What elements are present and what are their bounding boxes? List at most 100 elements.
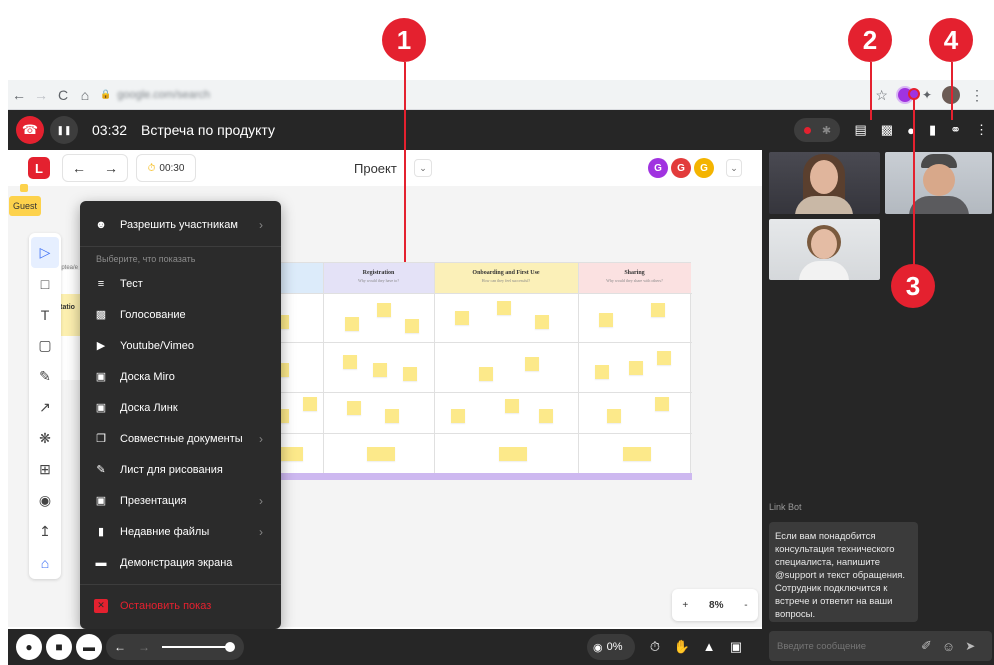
sticky-note[interactable] <box>343 355 357 369</box>
menu-item-drawing-sheet[interactable]: ✎ Лист для рисования <box>80 454 281 485</box>
sticky-note[interactable] <box>655 397 669 411</box>
document-icon[interactable]: ▮ <box>929 122 936 138</box>
link-icon[interactable]: ⚭ <box>950 122 961 138</box>
menu-item-poll[interactable]: ▩ Голосование <box>80 299 281 330</box>
shape-tool-icon[interactable]: ▢ <box>31 330 59 361</box>
volume-slider[interactable] <box>162 642 235 652</box>
sticky-note[interactable] <box>377 303 391 317</box>
video-tile-participant-2[interactable] <box>885 152 992 214</box>
menu-allow-participants[interactable]: ☻ Разрешить участникам › <box>80 209 281 240</box>
prev-slide-button[interactable]: ← <box>114 640 126 654</box>
browser-forward-button[interactable]: → <box>30 87 52 103</box>
view-percent-pill[interactable]: ◉ 0% <box>587 634 635 660</box>
zoom-in-button[interactable]: + <box>682 600 688 611</box>
sticky-note[interactable] <box>623 447 651 461</box>
sticky-note[interactable] <box>595 365 609 379</box>
text-tool-icon[interactable]: T <box>31 299 59 330</box>
video-tile-participant-3[interactable] <box>769 219 880 280</box>
sticky-note[interactable] <box>403 367 417 381</box>
camera-button[interactable]: ■ <box>46 634 72 660</box>
fire-icon[interactable]: ▲ <box>699 639 719 655</box>
board-logo[interactable]: L <box>28 157 50 179</box>
menu-item-test[interactable]: ≡ Тест <box>80 268 281 299</box>
menu-item-shared-docs[interactable]: ❐ Совместные документы › <box>80 423 281 454</box>
record-toggle[interactable]: ✱ <box>794 118 841 142</box>
participant-avatar-3[interactable]: G <box>694 158 714 178</box>
address-bar[interactable]: google.com/search <box>117 89 210 101</box>
redo-button[interactable]: → <box>104 160 118 176</box>
select-tool-icon[interactable]: ▷ <box>31 237 59 268</box>
menu-item-presentation[interactable]: ▣ Презентация › <box>80 485 281 516</box>
project-dropdown-button[interactable]: ⌄ <box>414 159 432 177</box>
browser-reload-button[interactable]: C <box>52 87 74 103</box>
sticky-note[interactable] <box>385 409 399 423</box>
menu-item-video[interactable]: ▶ Youtube/Vimeo <box>80 330 281 361</box>
table-tool-icon[interactable]: ⊞ <box>31 454 59 485</box>
sticky-note[interactable] <box>303 397 317 411</box>
board-timer[interactable]: ⏱ 00:30 <box>136 154 196 182</box>
sticky-note[interactable] <box>497 301 511 315</box>
undo-button[interactable]: ← <box>72 160 86 176</box>
mindmap-tool-icon[interactable]: ❋ <box>31 423 59 454</box>
sticky-note[interactable] <box>345 317 359 331</box>
more-icon[interactable]: ⋮ <box>975 122 988 138</box>
chat-input-bar: ✐ ☺ ➤ <box>769 631 992 661</box>
sticky-note-tool-icon[interactable]: □ <box>31 268 59 299</box>
participants-grid-icon[interactable]: ▤ <box>854 122 866 138</box>
browser-menu-icon[interactable]: ⋮ <box>970 87 984 104</box>
menu-item-screen-share[interactable]: ▬ Демонстрация экрана <box>80 547 281 578</box>
participant-avatar-2[interactable]: G <box>671 158 691 178</box>
sticky-note[interactable] <box>505 399 519 413</box>
attach-icon[interactable]: ✐ <box>921 638 932 654</box>
menu-item-miro[interactable]: ▣ Доска Miro <box>80 361 281 392</box>
participant-avatar-1[interactable]: G <box>648 158 668 178</box>
sticky-note[interactable] <box>405 319 419 333</box>
participants-dropdown-button[interactable]: ⌄ <box>726 159 742 177</box>
project-name[interactable]: Проект <box>354 161 397 176</box>
participant-1-face <box>810 160 838 194</box>
zoom-out-button[interactable]: - <box>744 600 747 611</box>
hand-icon[interactable]: ✋ <box>672 639 692 655</box>
sticky-note[interactable] <box>535 315 549 329</box>
sticky-note[interactable] <box>479 367 493 381</box>
volume-slider-thumb[interactable] <box>225 642 235 652</box>
sticky-note[interactable] <box>373 363 387 377</box>
zoom-level[interactable]: 8% <box>709 600 723 611</box>
browser-back-button[interactable]: ← <box>8 87 30 103</box>
next-slide-button[interactable]: → <box>138 640 150 654</box>
bookmark-star-icon[interactable]: ☆ <box>875 87 888 104</box>
mic-button[interactable]: ● <box>16 634 42 660</box>
sticky-note[interactable] <box>657 351 671 365</box>
upload-tool-icon[interactable]: ↥ <box>31 516 59 547</box>
pen-tool-icon[interactable]: ✎ <box>31 361 59 392</box>
sticky-note[interactable] <box>607 409 621 423</box>
chat-message-input[interactable] <box>777 640 915 652</box>
sticky-note[interactable] <box>539 409 553 423</box>
emoji-icon[interactable]: ☺ <box>942 639 955 654</box>
sticky-note[interactable] <box>347 401 361 415</box>
picture-in-picture-icon[interactable]: ▣ <box>726 639 746 655</box>
screen-share-button[interactable]: ▬ <box>76 634 102 660</box>
menu-item-recent-files[interactable]: ▮ Недавние файлы › <box>80 516 281 547</box>
sticky-note[interactable] <box>451 409 465 423</box>
browser-home-button[interactable]: ⌂ <box>74 87 96 103</box>
sticky-note[interactable] <box>629 361 643 375</box>
sticky-note[interactable] <box>599 313 613 327</box>
connector-tool-icon[interactable]: ↗ <box>31 392 59 423</box>
sticky-note[interactable] <box>651 303 665 317</box>
sticky-note[interactable] <box>455 311 469 325</box>
menu-stop-sharing[interactable]: ✕ Остановить показ <box>80 590 281 621</box>
puzzle-extensions-icon[interactable]: ✦ <box>922 88 932 102</box>
video-tile-participant-1[interactable] <box>769 152 880 214</box>
sticky-note[interactable] <box>367 447 395 461</box>
templates-tool-icon[interactable]: ◉ <box>31 485 59 516</box>
apps-tool-icon[interactable]: ⌂ <box>31 547 59 578</box>
pause-button[interactable]: ❚❚ <box>50 116 78 144</box>
sticky-note[interactable] <box>499 447 527 461</box>
end-call-button[interactable]: ☎ <box>16 116 44 144</box>
chat-icon[interactable]: ▩ <box>881 122 893 138</box>
menu-item-link-board[interactable]: ▣ Доска Линк <box>80 392 281 423</box>
send-icon[interactable]: ➤ <box>965 639 975 653</box>
sticky-note[interactable] <box>525 357 539 371</box>
timer-icon[interactable]: ⏱ <box>645 639 665 655</box>
